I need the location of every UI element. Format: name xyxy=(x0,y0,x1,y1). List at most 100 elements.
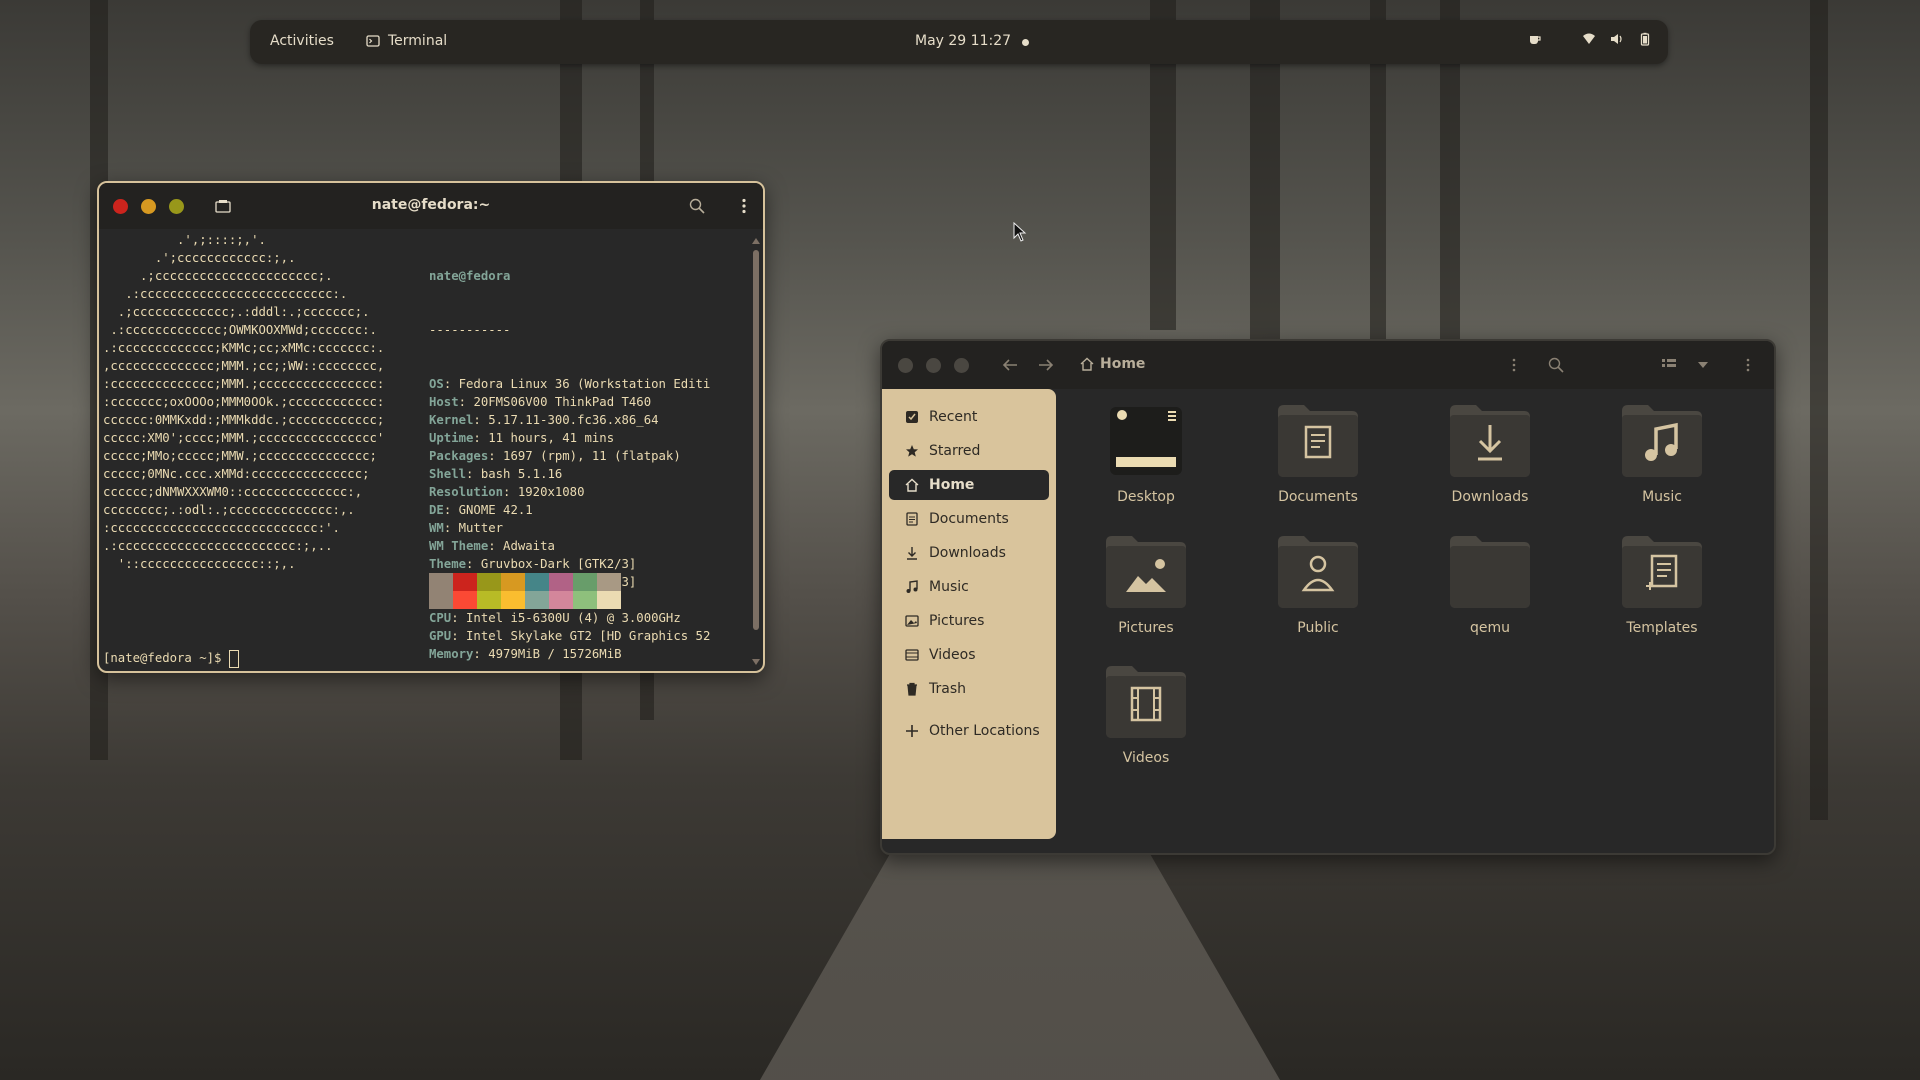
sidebar-item-recent[interactable]: Recent xyxy=(889,402,1049,432)
folder-label: Downloads xyxy=(1451,489,1529,505)
sidebar-item-videos[interactable]: Videos xyxy=(889,640,1049,670)
app-menu-terminal[interactable]: Terminal xyxy=(366,33,447,49)
scrollbar-thumb[interactable] xyxy=(753,250,759,630)
neofetch-row: Uptime: 11 hours, 41 mins xyxy=(429,429,749,447)
neofetch-value: bash 5.1.16 xyxy=(480,467,563,481)
neofetch-value: Gruvbox-Dark [GTK2/3] xyxy=(480,557,637,571)
back-arrow-icon[interactable] xyxy=(1002,358,1018,372)
forward-arrow-icon[interactable] xyxy=(1038,358,1054,372)
sidebar-item-trash[interactable]: Trash xyxy=(889,674,1049,704)
sidebar-item-label: Other Locations xyxy=(929,723,1040,739)
close-button[interactable] xyxy=(898,358,913,373)
neofetch-value: GNOME 42.1 xyxy=(458,503,533,517)
ascii-line: .;ccccccccccccc;.:dddl:.;ccccccc;. xyxy=(103,305,370,319)
folder-templates[interactable]: Templates xyxy=(1597,532,1727,636)
neofetch-key: GPU xyxy=(429,629,452,643)
neofetch-key: Memory xyxy=(429,647,474,661)
neofetch-value: 5.17.11-300.fc36.x86_64 xyxy=(488,413,659,427)
app-menu-label: Terminal xyxy=(388,33,448,49)
caffeine-icon xyxy=(1530,36,1541,44)
ascii-line: .:cccccccccccccccccccccccccc:. xyxy=(103,287,348,301)
neofetch-colon: : xyxy=(473,431,489,445)
folder-desktop[interactable]: Desktop xyxy=(1081,401,1211,505)
menu-kebab-icon[interactable] xyxy=(741,198,747,214)
system-tray[interactable] xyxy=(1528,32,1652,46)
folder-label: Documents xyxy=(1278,489,1358,505)
palette-swatch xyxy=(501,591,525,609)
scroll-up-icon[interactable] xyxy=(752,238,760,244)
folder-videos[interactable]: Videos xyxy=(1081,662,1211,766)
path-bar[interactable]: Home xyxy=(1080,356,1145,372)
folder-icon xyxy=(1446,532,1534,612)
home-icon xyxy=(1080,357,1094,371)
sidebar-item-label: Videos xyxy=(929,647,976,663)
neofetch-key: DE xyxy=(429,503,444,517)
sidebar-item-pictures[interactable]: Pictures xyxy=(889,606,1049,636)
menu-kebab-icon[interactable] xyxy=(1746,358,1750,372)
neofetch-value: 11 hours, 41 mins xyxy=(488,431,615,445)
ascii-line: ccccc;0MNc.ccc.xMMd:ccccccccccccccc; xyxy=(103,467,370,481)
neofetch-colon: : xyxy=(473,413,489,427)
files-window[interactable]: Home Recent Starred Home Documents Downloads… xyxy=(880,339,1776,855)
sidebar-item-music[interactable]: Music xyxy=(889,572,1049,602)
ascii-line: :cccccccccccccccccccccccccccc:'. xyxy=(103,521,340,535)
folder-icon xyxy=(1618,401,1706,481)
neofetch-value: Intel i5-6300U (4) @ 3.000GHz xyxy=(466,611,681,625)
folder-label: Music xyxy=(1642,489,1682,505)
maximize-button[interactable] xyxy=(954,358,969,373)
star-icon xyxy=(905,444,919,458)
view-list-icon[interactable] xyxy=(1662,359,1676,371)
neofetch-key: Host xyxy=(429,395,459,409)
neofetch-row: Memory: 4979MiB / 15726MiB xyxy=(429,645,749,663)
scroll-down-icon[interactable] xyxy=(752,659,760,665)
neofetch-row: OS: Fedora Linux 36 (Workstation Editi xyxy=(429,375,749,393)
neofetch-colon: : xyxy=(443,377,459,391)
neofetch-colon: : xyxy=(466,557,481,571)
search-icon[interactable] xyxy=(689,198,705,214)
files-headerbar[interactable]: Home xyxy=(882,341,1774,389)
sidebar-item-home[interactable]: Home xyxy=(889,470,1049,500)
folder-qemu[interactable]: qemu xyxy=(1425,532,1555,636)
sidebar-item-label: Recent xyxy=(929,409,978,425)
folder-public[interactable]: Public xyxy=(1253,532,1383,636)
ascii-line: ccccc;MMo;ccccc;MMW.;ccccccccccccccc; xyxy=(103,449,377,463)
terminal-scrollbar[interactable] xyxy=(752,238,760,665)
clock[interactable]: May 29 11:27 xyxy=(915,33,1011,49)
folder-icon xyxy=(1618,532,1706,612)
neofetch-row: WM Theme: Adwaita xyxy=(429,537,749,555)
sidebar-item-other-locations[interactable]: Other Locations xyxy=(889,716,1049,746)
terminal-icon xyxy=(366,35,380,47)
sidebar-item-starred[interactable]: Starred xyxy=(889,436,1049,466)
ascii-line: cccccc:0MMKxdd:;MMMkddc.;cccccccccccc; xyxy=(103,413,385,427)
sidebar-item-documents[interactable]: Documents xyxy=(889,504,1049,534)
terminal-window[interactable]: nate@fedora:~ .',;::::;,'. .';cccccccccc… xyxy=(97,181,765,673)
folder-downloads[interactable]: Downloads xyxy=(1425,401,1555,505)
sidebar-item-downloads[interactable]: Downloads xyxy=(889,538,1049,568)
palette-swatch xyxy=(477,573,501,591)
neofetch-value: 20FMS06V00 ThinkPad T460 xyxy=(473,395,652,409)
shell-prompt[interactable]: [nate@fedora ~]$ xyxy=(103,649,239,668)
minimize-button[interactable] xyxy=(926,358,941,373)
folder-documents[interactable]: Documents xyxy=(1253,401,1383,505)
terminal-output[interactable]: .',;::::;,'. .';cccccccccccc:;,. .;ccccc… xyxy=(103,231,745,671)
path-menu-icon[interactable] xyxy=(1512,358,1516,372)
sidebar-item-label: Home xyxy=(929,477,975,493)
search-icon[interactable] xyxy=(1548,357,1564,373)
neofetch-value: Adwaita xyxy=(503,539,555,553)
chevron-down-icon[interactable] xyxy=(1698,362,1708,368)
top-bar: Activities Terminal May 29 11:27 xyxy=(250,20,1668,64)
terminal-headerbar[interactable]: nate@fedora:~ xyxy=(99,183,763,229)
neofetch-colon: : xyxy=(451,611,467,625)
activities-button[interactable]: Activities xyxy=(270,33,334,49)
folder-music[interactable]: Music xyxy=(1597,401,1727,505)
neofetch-key: Kernel xyxy=(429,413,474,427)
neofetch-colon: : xyxy=(488,539,504,553)
trash-icon xyxy=(905,682,919,696)
palette-swatch xyxy=(501,573,525,591)
folder-icon xyxy=(1102,532,1190,612)
neofetch-colon: : xyxy=(443,503,459,517)
folder-icon xyxy=(1102,662,1190,742)
music-icon xyxy=(905,580,919,594)
path-bar-label: Home xyxy=(1100,356,1146,372)
folder-pictures[interactable]: Pictures xyxy=(1081,532,1211,636)
